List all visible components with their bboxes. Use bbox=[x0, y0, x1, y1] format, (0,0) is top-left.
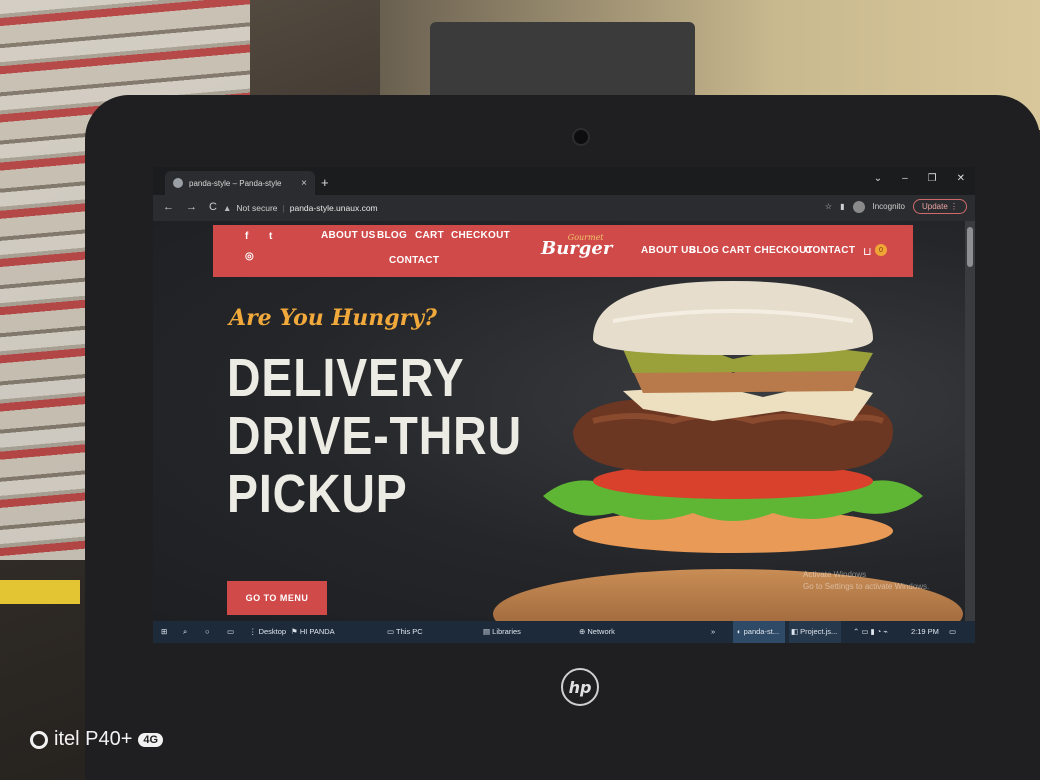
cortana-icon[interactable]: ○ bbox=[205, 627, 210, 636]
burger-image bbox=[543, 281, 923, 553]
nav-left-checkout[interactable]: CHECKOUT bbox=[451, 230, 510, 241]
headline-line-1: DELIVERY bbox=[227, 348, 465, 408]
nav-right-blog[interactable]: BLOG bbox=[689, 245, 719, 256]
task-view-icon[interactable]: ▭ bbox=[227, 627, 234, 636]
headline-line-3: PICKUP bbox=[227, 464, 408, 524]
update-button[interactable]: Update ⋮ bbox=[912, 199, 967, 214]
cart-count-badge: 0 bbox=[875, 244, 887, 256]
nav-left-contact[interactable]: CONTACT bbox=[389, 255, 439, 266]
logo-big-text: Burger bbox=[541, 238, 613, 259]
nav-left-about[interactable]: ABOUT US bbox=[321, 230, 376, 241]
maximize-button[interactable]: ❐ bbox=[928, 173, 937, 184]
laptop-screen: panda-style – Panda-style × + ⌄ – ❐ ✕ ← … bbox=[153, 167, 975, 643]
incognito-avatar-icon[interactable] bbox=[852, 200, 865, 213]
close-window-button[interactable]: ✕ bbox=[957, 173, 965, 184]
omnibox-separator: | bbox=[282, 203, 285, 213]
browser-tab-bar: panda-style – Panda-style × + ⌄ – ❐ ✕ bbox=[153, 167, 975, 195]
page-scrollbar[interactable] bbox=[965, 221, 975, 621]
window-controls: ⌄ – ❐ ✕ bbox=[874, 173, 965, 184]
windows-start-icon[interactable]: ⊞ bbox=[161, 627, 167, 636]
taskbar-chrome[interactable]: ◐ panda-st... bbox=[737, 627, 779, 636]
twitter-icon[interactable]: t bbox=[269, 231, 272, 242]
new-tab-button[interactable]: + bbox=[321, 175, 329, 190]
tab-title: panda-style – Panda-style bbox=[189, 178, 282, 188]
sidebar-icon[interactable]: ▮ bbox=[840, 202, 844, 211]
tab-search-icon[interactable]: ⌄ bbox=[874, 173, 882, 184]
taskbar-this-pc[interactable]: ▭ This PC bbox=[387, 627, 423, 636]
scrollbar-thumb[interactable] bbox=[967, 227, 973, 267]
site-logo[interactable]: Gourmet Burger bbox=[541, 233, 612, 259]
webcam bbox=[572, 128, 590, 146]
profile-label[interactable]: Incognito bbox=[873, 202, 905, 211]
nav-left-cart[interactable]: CART bbox=[415, 230, 444, 241]
taskbar-overflow-icon[interactable]: » bbox=[711, 627, 715, 636]
camera-icon bbox=[30, 730, 48, 749]
taskbar-user[interactable]: ⚑ HI PANDA bbox=[291, 627, 335, 636]
hp-logo: hp bbox=[561, 668, 599, 706]
address-bar-row: ← → C ▲ Not secure | panda-style.unaux.c… bbox=[153, 195, 975, 221]
minimize-button[interactable]: – bbox=[902, 173, 908, 184]
omnibox[interactable]: ▲ Not secure | panda-style.unaux.com bbox=[223, 198, 843, 218]
taskbar-libraries[interactable]: ▤ Libraries bbox=[483, 627, 521, 636]
forward-button[interactable]: → bbox=[186, 201, 197, 213]
nav-left-blog[interactable]: BLOG bbox=[377, 230, 407, 241]
url-text[interactable]: panda-style.unaux.com bbox=[290, 203, 378, 213]
wordpress-icon bbox=[173, 178, 183, 188]
tab-close-icon[interactable]: × bbox=[301, 178, 307, 189]
nav-right-cart[interactable]: CART bbox=[722, 245, 751, 256]
phone-camera-watermark: itel P40+ 4G bbox=[30, 728, 164, 751]
browser-toolbar-right: ☆ ▮ Incognito Update ⋮ bbox=[825, 199, 967, 214]
tray-icons[interactable]: ⌃ ▭ ▮ ◔ ⌁ bbox=[853, 627, 888, 636]
windows-taskbar: ⊞ ⌕ ○ ▭ ⋮ Desktop ⚑ HI PANDA ▭ This PC ▤… bbox=[153, 621, 975, 643]
search-icon[interactable]: ⌕ bbox=[183, 627, 187, 637]
go-to-menu-button[interactable]: GO TO MENU bbox=[227, 581, 327, 615]
site-header: f t ◎ ABOUT US BLOG CART CHECKOUT CONTAC… bbox=[213, 225, 913, 277]
hero-tagline: Are You Hungry? bbox=[229, 305, 437, 331]
taskbar-desktop[interactable]: ⋮ Desktop bbox=[249, 627, 286, 636]
security-label: Not secure bbox=[236, 203, 278, 213]
taskbar-network[interactable]: ⊕ Network bbox=[579, 627, 615, 636]
activate-windows-watermark: Activate Windows Go to Settings to activ… bbox=[803, 570, 930, 591]
bookmark-star-icon[interactable]: ☆ bbox=[825, 202, 832, 211]
taskbar-project[interactable]: ◧ Project.js... bbox=[791, 627, 837, 636]
pencil bbox=[0, 580, 80, 604]
network-badge: 4G bbox=[138, 732, 164, 747]
cart-icon[interactable]: ⊔ 0 bbox=[863, 244, 887, 258]
nav-right-about[interactable]: ABOUT US bbox=[641, 245, 696, 256]
website-page: f t ◎ ABOUT US BLOG CART CHECKOUT CONTAC… bbox=[153, 221, 965, 621]
warning-icon: ▲ bbox=[223, 203, 232, 213]
taskbar-clock[interactable]: 2:19 PM bbox=[911, 627, 939, 636]
charger-brick bbox=[430, 22, 695, 102]
instagram-icon[interactable]: ◎ bbox=[245, 251, 254, 262]
notification-icon[interactable]: ▭ bbox=[949, 627, 956, 636]
nav-buttons: ← → C bbox=[163, 201, 217, 213]
headline-line-2: DRIVE-THRU bbox=[227, 406, 522, 466]
watermark-text: itel P40+ bbox=[54, 728, 133, 750]
reload-button[interactable]: C bbox=[209, 201, 217, 213]
hero-headline: DELIVERY DRIVE-THRU PICKUP bbox=[227, 349, 522, 523]
back-button[interactable]: ← bbox=[163, 201, 174, 213]
facebook-icon[interactable]: f bbox=[245, 231, 248, 242]
nav-right-contact[interactable]: CONTACT bbox=[805, 245, 855, 256]
browser-tab[interactable]: panda-style – Panda-style × bbox=[165, 171, 315, 195]
